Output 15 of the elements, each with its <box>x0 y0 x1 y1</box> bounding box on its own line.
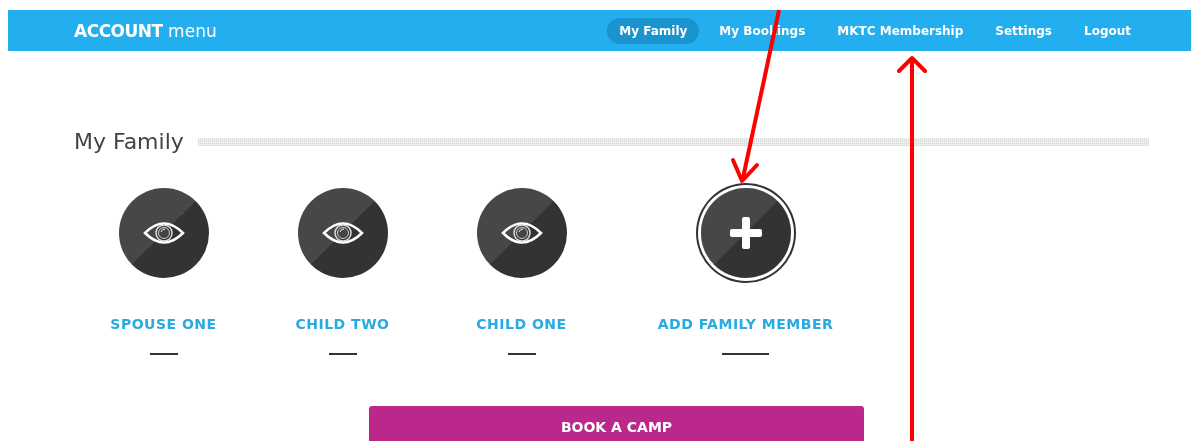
member-name[interactable]: ADD FAMILY MEMBER <box>657 316 834 332</box>
member-name[interactable]: CHILD TWO <box>295 316 390 332</box>
account-menu-title: ACCOUNT menu <box>74 20 217 41</box>
section-title: My Family <box>74 129 184 154</box>
eye-icon <box>500 220 543 246</box>
plus-icon <box>729 217 762 249</box>
member-name[interactable]: CHILD ONE <box>476 316 567 332</box>
eye-icon <box>321 220 364 246</box>
nav-link[interactable]: My Family <box>607 17 700 44</box>
nav-link[interactable]: Settings <box>983 17 1064 44</box>
nav-link[interactable]: MKTC Membership <box>825 17 976 44</box>
eye-icon <box>142 220 185 246</box>
nav-link[interactable]: Logout <box>1072 17 1143 44</box>
book-camp-button[interactable]: BOOK A CAMP <box>369 406 864 441</box>
member-name[interactable]: SPOUSE ONE <box>110 316 217 332</box>
